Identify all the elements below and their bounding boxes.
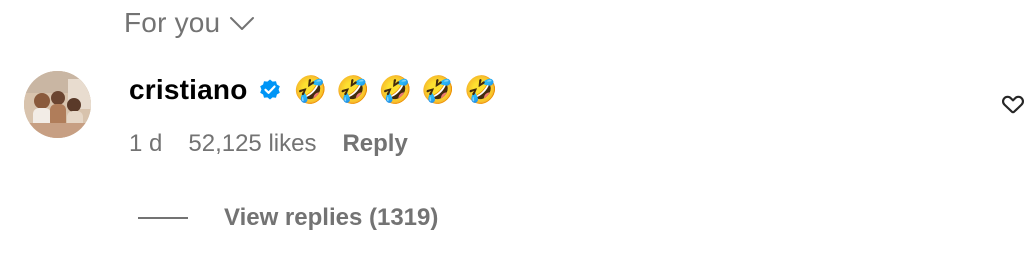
comments-section: For you cristiano 🤣🤣� — [0, 0, 1024, 270]
comment-username[interactable]: cristiano — [129, 74, 248, 106]
replies-divider-line — [138, 217, 188, 219]
comment-header: cristiano 🤣🤣🤣🤣🤣 — [129, 68, 507, 112]
comment-text: 🤣🤣🤣🤣🤣 — [293, 74, 507, 105]
sort-label: For you — [124, 7, 221, 38]
comment-likes-count[interactable]: 52,125 likes — [188, 130, 316, 158]
comment-timestamp[interactable]: 1 d — [129, 130, 162, 158]
verified-badge-icon — [258, 78, 282, 102]
view-replies-label: View replies (1319) — [224, 204, 439, 231]
heart-icon[interactable] — [1000, 90, 1024, 116]
chevron-down-icon — [228, 13, 256, 33]
view-replies-button[interactable]: View replies (1319) — [138, 200, 438, 236]
sort-dropdown[interactable]: For you — [124, 4, 256, 42]
comment-meta: 1 d 52,125 likes Reply — [129, 126, 408, 162]
reply-button[interactable]: Reply — [342, 130, 407, 158]
avatar[interactable] — [24, 71, 91, 138]
